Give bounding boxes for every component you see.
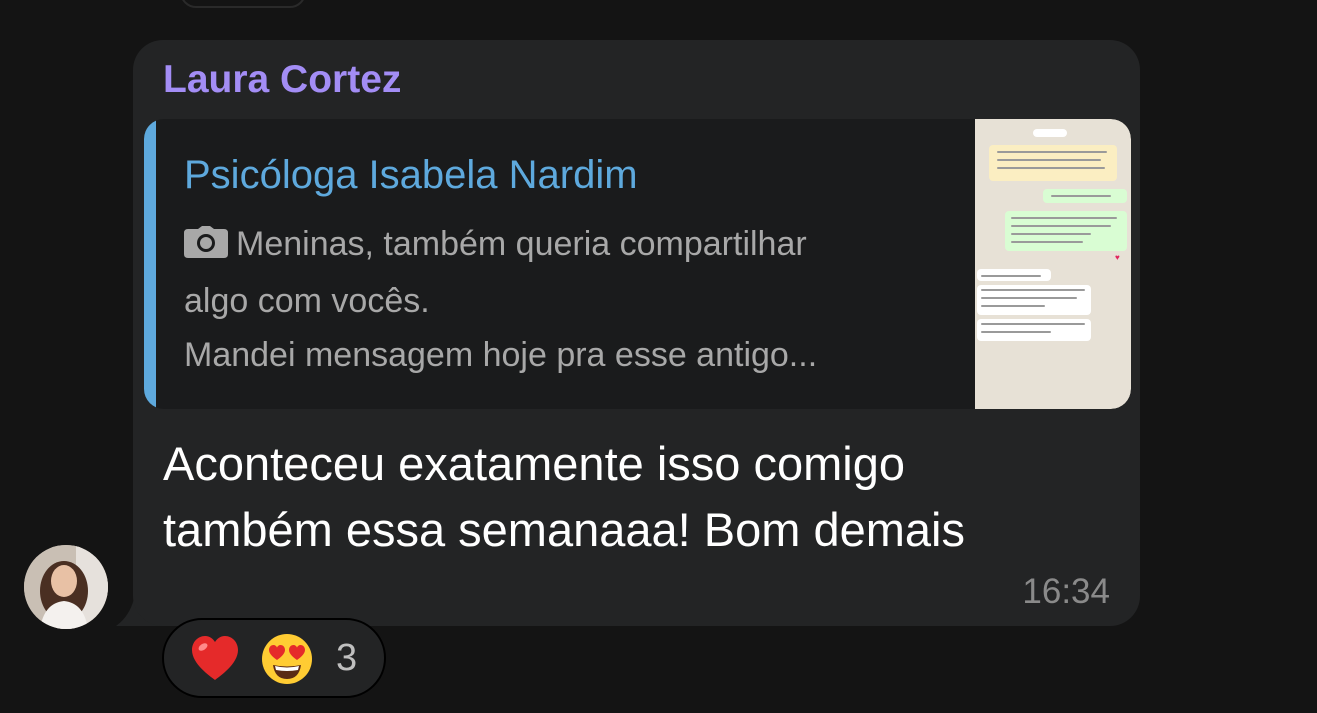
reply-text-line-1: Meninas, também queria compartilhar bbox=[184, 217, 954, 274]
reply-text-line-3: Mandei mensagem hoje pra esse antigo... bbox=[184, 336, 818, 374]
reply-accent-bar bbox=[144, 119, 156, 409]
message-text-line-2: também essa semanaaa! Bom demais bbox=[163, 503, 965, 556]
reply-author: Psicóloga Isabela Nardim bbox=[184, 153, 638, 197]
message-text: Aconteceu exatamente isso comigo também … bbox=[163, 431, 1123, 563]
avatar[interactable] bbox=[24, 545, 108, 629]
message-text-line-1: Aconteceu exatamente isso comigo bbox=[163, 437, 905, 490]
heart-eyes-emoji[interactable] bbox=[260, 632, 314, 686]
sender-name[interactable]: Laura Cortez bbox=[163, 58, 401, 102]
previous-message-fragment bbox=[180, 0, 306, 8]
camera-icon bbox=[184, 220, 228, 274]
heart-icon[interactable] bbox=[188, 632, 242, 686]
reply-thumbnail[interactable]: ♥ bbox=[975, 119, 1131, 409]
reaction-count: 3 bbox=[336, 637, 358, 679]
reply-quote[interactable]: Psicóloga Isabela Nardim Meninas, também… bbox=[144, 119, 1131, 409]
reply-text-line-2: algo com vocês. bbox=[184, 282, 430, 320]
reactions-bar[interactable]: 3 bbox=[162, 618, 386, 698]
message-time: 16:34 bbox=[1022, 572, 1110, 611]
message-bubble[interactable]: Laura Cortez Psicóloga Isabela Nardim Me… bbox=[133, 40, 1140, 626]
reply-text: Meninas, também queria compartilhar algo… bbox=[184, 217, 954, 382]
